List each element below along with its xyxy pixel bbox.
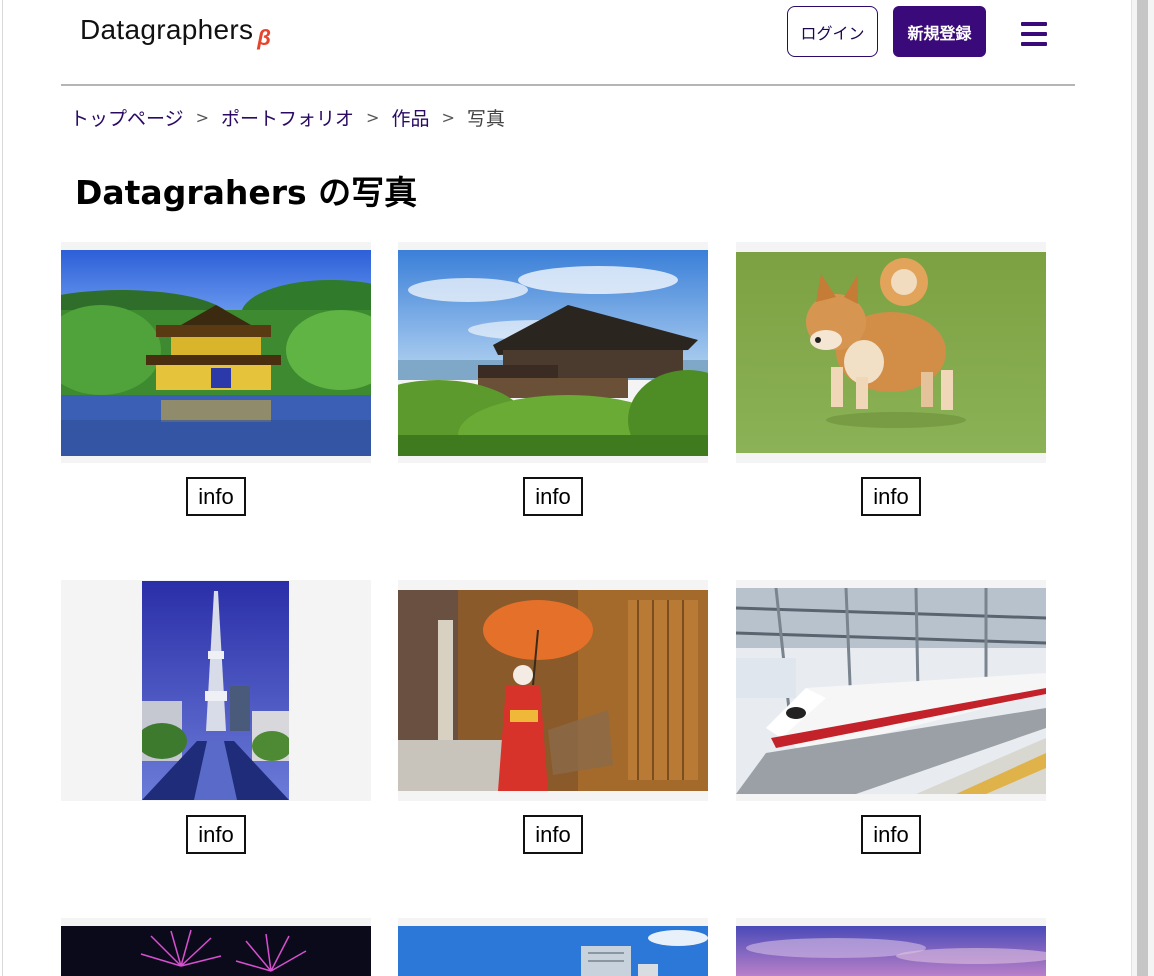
info-button[interactable]: info bbox=[523, 477, 583, 516]
page-edge bbox=[2, 0, 3, 976]
photo-card: info bbox=[398, 580, 708, 854]
signup-button[interactable]: 新規登録 bbox=[893, 6, 986, 57]
photo-card: info bbox=[736, 580, 1046, 854]
photo-card: info bbox=[61, 580, 371, 854]
skytree-photo bbox=[142, 581, 289, 800]
logo-text: Datagraphers bbox=[80, 14, 254, 45]
evening-sky-photo bbox=[736, 926, 1046, 976]
photo-frame[interactable] bbox=[61, 242, 371, 463]
breadcrumb-separator: > bbox=[441, 108, 455, 127]
photo-frame[interactable] bbox=[398, 918, 708, 976]
photo-card bbox=[736, 918, 1046, 976]
shiba-inu-photo bbox=[736, 252, 1046, 453]
page-title: Datagrahers の写真 bbox=[75, 173, 418, 212]
fireworks-photo bbox=[61, 926, 371, 976]
photo-frame[interactable] bbox=[398, 242, 708, 463]
info-button[interactable]: info bbox=[861, 815, 921, 854]
photo-frame[interactable] bbox=[398, 580, 708, 801]
photo-frame[interactable] bbox=[736, 580, 1046, 801]
photo-frame[interactable] bbox=[736, 242, 1046, 463]
breadcrumb-separator: > bbox=[195, 108, 210, 127]
photo-frame[interactable] bbox=[61, 918, 371, 976]
info-button[interactable]: info bbox=[186, 815, 246, 854]
breadcrumb: トップページ > ポートフォリオ > 作品 > 写真 bbox=[70, 104, 505, 131]
photo-card: info bbox=[61, 242, 371, 516]
beta-badge: β bbox=[257, 25, 272, 50]
info-button[interactable]: info bbox=[861, 477, 921, 516]
info-button[interactable]: info bbox=[186, 477, 246, 516]
photo-card: info bbox=[398, 242, 708, 516]
photo-card: info bbox=[736, 242, 1046, 516]
scrollbar-thumb[interactable] bbox=[1137, 0, 1148, 976]
photo-frame[interactable] bbox=[736, 918, 1046, 976]
breadcrumb-works[interactable]: 作品 bbox=[391, 104, 429, 131]
photo-card bbox=[398, 918, 708, 976]
city-buildings-photo bbox=[398, 926, 708, 976]
site-logo[interactable]: Datagraphers β bbox=[80, 14, 271, 50]
hamburger-menu-icon[interactable] bbox=[1021, 22, 1047, 46]
temple-hillside-photo bbox=[398, 250, 708, 456]
info-button[interactable]: info bbox=[523, 815, 583, 854]
golden-pavilion-photo bbox=[61, 250, 371, 456]
breadcrumb-separator: > bbox=[366, 108, 380, 127]
photo-frame[interactable] bbox=[61, 580, 371, 801]
scrollbar[interactable] bbox=[1131, 0, 1154, 976]
breadcrumb-portfolio[interactable]: ポートフォリオ bbox=[221, 104, 354, 131]
breadcrumb-current: 写真 bbox=[466, 108, 505, 130]
maiko-umbrella-photo bbox=[398, 590, 708, 791]
shinkansen-photo bbox=[736, 588, 1046, 794]
header-divider bbox=[61, 84, 1075, 86]
login-button[interactable]: ログイン bbox=[787, 6, 878, 57]
photo-card bbox=[61, 918, 371, 976]
breadcrumb-top[interactable]: トップページ bbox=[70, 104, 184, 131]
